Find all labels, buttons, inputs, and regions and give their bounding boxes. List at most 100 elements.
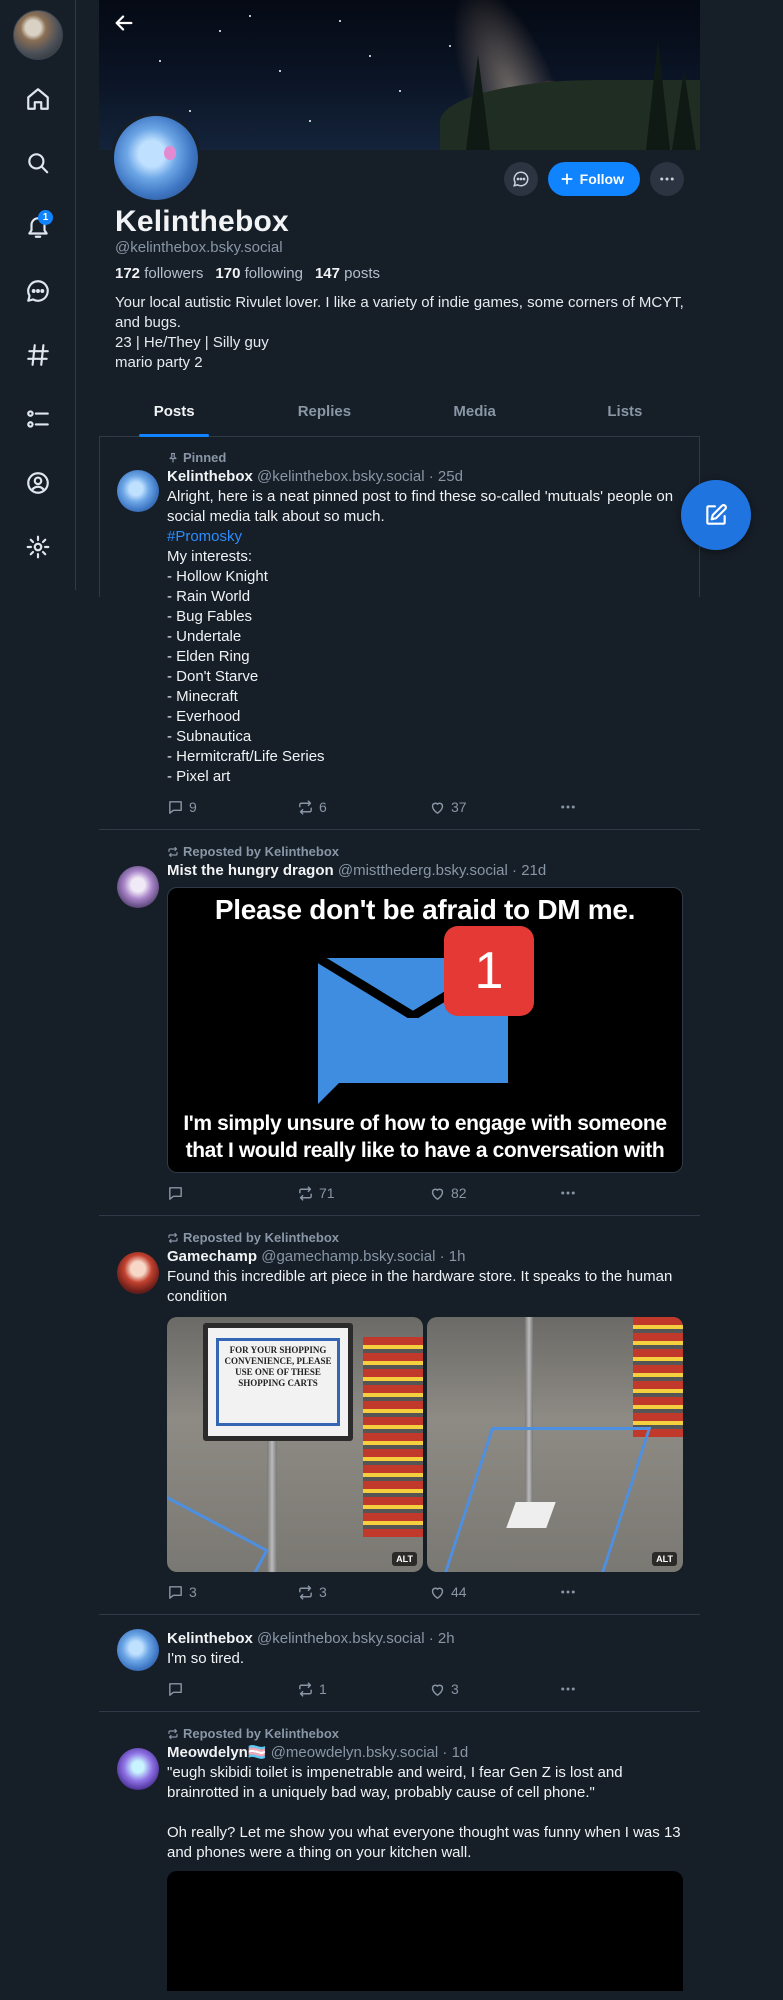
feed-post[interactable]: Reposted by Kelinthebox Mist the hungry … (99, 830, 700, 1216)
repost-indicator[interactable]: Reposted by Kelinthebox (167, 1230, 686, 1245)
post-author-name[interactable]: Meowdelyn🏳️‍⚧️ (167, 1744, 267, 1761)
search-icon[interactable] (16, 141, 60, 185)
post-time[interactable]: 25d (438, 468, 463, 485)
reply-icon (169, 1186, 182, 1200)
post-time[interactable]: 21d (521, 862, 546, 879)
tab-replies[interactable]: Replies (249, 395, 399, 436)
reply-button[interactable] (167, 1185, 297, 1202)
tab-media[interactable]: Media (400, 395, 550, 436)
post-image-grid: FOR YOUR SHOPPING CONVENIENCE, PLEASE US… (167, 1317, 683, 1572)
image-caption-top: Please don't be afraid to DM me. (214, 894, 636, 925)
post-time[interactable]: 1h (449, 1248, 466, 1265)
profile-icon[interactable] (16, 461, 60, 505)
tab-posts[interactable]: Posts (99, 395, 249, 436)
post-more-button[interactable] (559, 798, 577, 816)
following-link[interactable]: 170 following (215, 265, 303, 282)
profile-actions: Follow (503, 162, 684, 196)
post-author-handle: @kelinthebox.bsky.social (257, 1630, 425, 1647)
repost-indicator[interactable]: Reposted by Kelinthebox (167, 844, 686, 859)
feed-post[interactable]: Reposted by Kelinthebox Gamechamp @gamec… (99, 1216, 700, 1615)
feeds-hash-icon[interactable] (16, 333, 60, 377)
tab-lists[interactable]: Lists (550, 395, 700, 436)
current-user-avatar[interactable] (13, 10, 63, 60)
post-author-avatar[interactable] (117, 1629, 159, 1671)
chat-bubble-icon (512, 171, 529, 187)
post-more-button[interactable] (559, 1184, 577, 1202)
store-sign: FOR YOUR SHOPPING CONVENIENCE, PLEASE US… (203, 1323, 353, 1441)
post-author-name[interactable]: Gamechamp (167, 1248, 257, 1265)
more-options-button[interactable] (650, 162, 684, 196)
heart-icon (431, 1188, 444, 1200)
alt-text-badge[interactable]: ALT (652, 1552, 677, 1566)
like-button[interactable]: 82 (429, 1185, 559, 1202)
message-button[interactable] (503, 162, 538, 196)
post-time[interactable]: 1d (452, 1744, 469, 1761)
notifications-icon[interactable]: 1 (16, 205, 60, 249)
reply-button[interactable]: 9 (167, 799, 297, 816)
repost-button[interactable]: 1 (297, 1681, 429, 1698)
post-author-avatar[interactable] (117, 470, 159, 512)
followers-link[interactable]: 172 followers (115, 265, 203, 282)
like-button[interactable]: 37 (429, 799, 559, 816)
repost-button[interactable]: 3 (297, 1584, 429, 1601)
profile-avatar[interactable] (111, 113, 201, 203)
post-author-avatar[interactable] (117, 1252, 159, 1294)
post-author-avatar[interactable] (117, 1748, 159, 1790)
post-header: Mist the hungry dragon @mistthederg.bsky… (167, 862, 547, 879)
repost-button[interactable]: 6 (297, 799, 429, 816)
post-author-handle: @gamechamp.bsky.social (261, 1248, 436, 1265)
repost-indicator[interactable]: Reposted by Kelinthebox (167, 1726, 686, 1741)
post-author-avatar[interactable] (117, 866, 159, 908)
reply-button[interactable]: 3 (167, 1584, 297, 1601)
ellipsis-icon (561, 1191, 575, 1195)
post-author-name[interactable]: Mist the hungry dragon (167, 862, 334, 879)
post-author-name[interactable]: Kelinthebox (167, 468, 253, 485)
repost-icon (299, 799, 312, 815)
post-header: Gamechamp @gamechamp.bsky.social · 1h (167, 1248, 466, 1265)
chat-icon[interactable] (16, 269, 60, 313)
post-header: Meowdelyn🏳️‍⚧️ @meowdelyn.bsky.social · … (167, 1744, 469, 1761)
like-button[interactable]: 44 (429, 1584, 559, 1601)
post-image[interactable]: FOR YOUR SHOPPING CONVENIENCE, PLEASE US… (167, 1317, 423, 1572)
repost-icon (299, 1185, 312, 1201)
lists-icon[interactable] (16, 397, 60, 441)
feed-post[interactable]: Kelinthebox @kelinthebox.bsky.social · 2… (99, 1615, 700, 1712)
post-more-button[interactable] (559, 1680, 577, 1698)
post-header: Kelinthebox @kelinthebox.bsky.social · 2… (167, 468, 463, 485)
home-icon[interactable] (16, 77, 60, 121)
post-image[interactable]: ALT (427, 1317, 683, 1572)
heart-icon (431, 802, 444, 814)
back-arrow-icon[interactable] (109, 8, 139, 38)
alt-text-badge[interactable]: ALT (392, 1552, 417, 1566)
hashtag-link[interactable]: #Promosky (167, 527, 686, 547)
post-author-handle: @kelinthebox.bsky.social (257, 468, 425, 485)
post-text: Alright, here is a neat pinned post to f… (167, 488, 674, 525)
post-author-handle: @mistthederg.bsky.social (337, 862, 508, 879)
settings-gear-icon[interactable] (16, 525, 60, 569)
post-controls: 3 3 44 (167, 1582, 686, 1602)
post-more-button[interactable] (559, 1583, 577, 1601)
post-video[interactable] (167, 1871, 683, 1991)
compose-button[interactable] (681, 480, 751, 550)
feed-post[interactable]: Reposted by Kelinthebox Meowdelyn🏳️‍⚧️ @… (99, 1712, 700, 2000)
repost-icon (168, 846, 178, 857)
reply-icon (169, 800, 182, 814)
follow-label: Follow (579, 171, 624, 187)
ellipsis-icon (561, 805, 575, 809)
image-caption-bottom: I'm simply unsure of how to engage with … (183, 1112, 667, 1162)
repost-icon (299, 1681, 312, 1697)
post-time[interactable]: 2h (438, 1630, 455, 1647)
repost-button[interactable]: 71 (297, 1185, 429, 1202)
reply-icon (169, 1585, 182, 1599)
post-text-list: My interests: - Hollow Knight - Rain Wor… (167, 548, 325, 785)
follow-button[interactable]: Follow (547, 162, 640, 196)
post-image-dm[interactable]: Please don't be afraid to DM me. 1 I'm s… (167, 887, 683, 1173)
feed-post[interactable]: Pinned Kelinthebox @kelinthebox.bsky.soc… (99, 438, 700, 830)
post-author-name[interactable]: Kelinthebox (167, 1630, 253, 1647)
plus-icon (561, 173, 573, 185)
reply-button[interactable] (167, 1681, 297, 1698)
like-button[interactable]: 3 (429, 1681, 559, 1698)
post-header: Kelinthebox @kelinthebox.bsky.social · 2… (167, 1630, 455, 1647)
pinned-indicator: Pinned (167, 450, 686, 465)
left-rail: 1 (0, 0, 76, 590)
